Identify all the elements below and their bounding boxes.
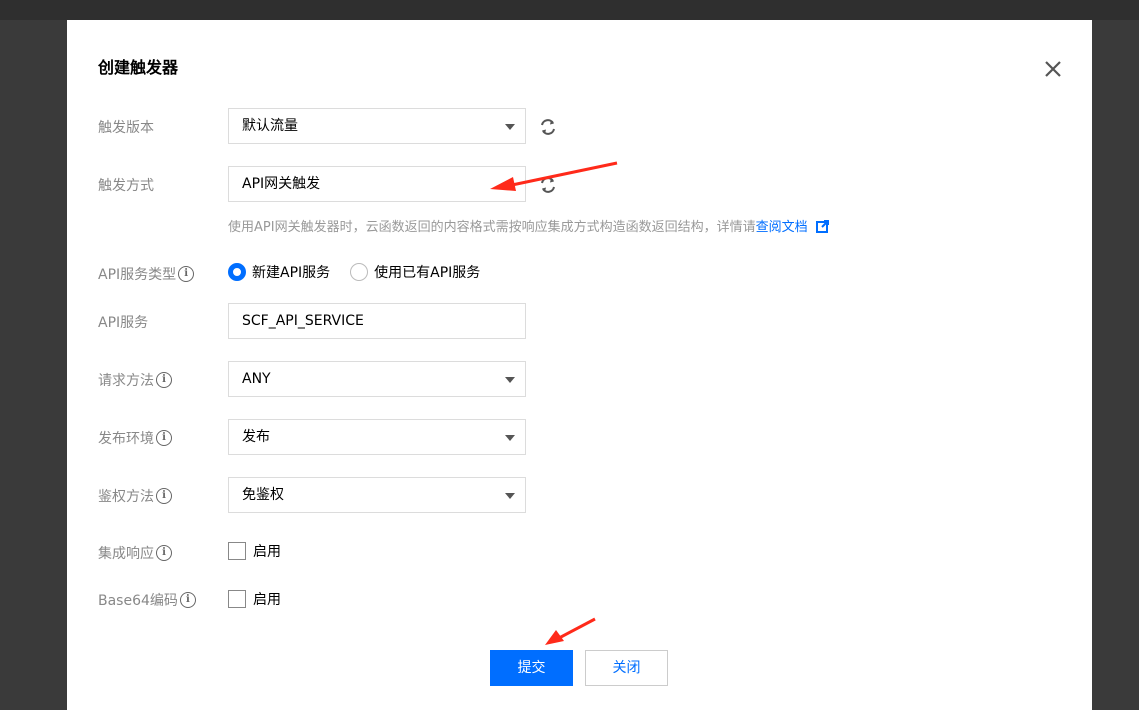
annotation-arrow-icon [490,161,618,191]
info-icon[interactable]: i [178,266,195,282]
radio-new-api-service-label: 新建API服务 [252,265,331,281]
docs-link[interactable]: 查阅文档 [756,220,808,235]
trigger-hint: 使用API网关触发器时，云函数返回的内容格式需按响应集成方式构造函数返回结构，详… [228,216,829,235]
info-icon[interactable]: i [156,430,172,446]
submit-button[interactable]: 提交 [490,650,573,686]
integration-response-label: 集成响应 i [98,543,172,563]
trigger-method-select[interactable]: API网关触发 [228,166,526,202]
publish-env-value: 发布 [242,429,270,445]
publish-env-text: 发布环境 [98,431,154,447]
request-method-label: 请求方法 i [98,370,172,390]
trigger-version-select[interactable]: 默认流量 [228,108,526,144]
chevron-down-icon [505,435,515,441]
base64-checkbox[interactable] [228,590,246,608]
trigger-version-value: 默认流量 [242,118,298,134]
chevron-down-icon [505,493,515,499]
base64-checkbox-row[interactable]: 启用 [228,589,281,609]
info-icon[interactable]: i [156,545,172,561]
request-method-value: ANY [242,371,271,387]
integration-response-checkbox-label: 启用 [253,544,281,560]
auth-method-label: 鉴权方法 i [98,486,172,506]
info-icon[interactable]: i [179,592,196,608]
api-service-type-text: API服务类型 [98,267,177,283]
annotation-arrow-icon [545,617,596,645]
api-service-type-label: API服务类型 i [98,264,195,284]
request-method-select[interactable]: ANY [228,361,526,397]
dialog-title: 创建触发器 [98,58,179,77]
api-service-input[interactable]: SCF_API_SERVICE [228,303,526,339]
chevron-down-icon [505,377,515,383]
publish-env-label: 发布环境 i [98,428,172,448]
base64-checkbox-label: 启用 [253,592,281,608]
refresh-icon[interactable] [538,117,558,137]
close-button[interactable]: 关闭 [585,650,668,686]
info-icon[interactable]: i [156,372,172,388]
base64-label: Base64编码 i [98,590,196,610]
api-service-label: API服务 [98,315,149,331]
trigger-method-label: 触发方式 [98,178,154,194]
chevron-down-icon [505,124,515,130]
integration-response-checkbox-row[interactable]: 启用 [228,541,281,561]
auth-method-value: 免鉴权 [242,487,284,503]
request-method-text: 请求方法 [98,373,154,389]
radio-checked-icon [228,263,246,281]
trigger-hint-text: 使用API网关触发器时，云函数返回的内容格式需按响应集成方式构造函数返回结构，详… [228,220,756,235]
radio-existing-api-service-label: 使用已有API服务 [374,265,481,281]
backdrop [0,0,1139,20]
api-service-value: SCF_API_SERVICE [242,313,364,329]
radio-existing-api-service[interactable]: 使用已有API服务 [350,262,480,282]
trigger-version-label: 触发版本 [98,120,154,136]
auth-method-select[interactable]: 免鉴权 [228,477,526,513]
integration-response-checkbox[interactable] [228,542,246,560]
radio-new-api-service[interactable]: 新建API服务 [228,262,330,282]
auth-method-text: 鉴权方法 [98,489,154,505]
integration-response-text: 集成响应 [98,546,154,562]
publish-env-select[interactable]: 发布 [228,419,526,455]
base64-text: Base64编码 [98,593,178,609]
trigger-method-value: API网关触发 [242,176,321,192]
info-icon[interactable]: i [156,488,172,504]
api-service-type-radio-group: 新建API服务 使用已有API服务 [228,262,500,282]
radio-unchecked-icon [350,263,369,281]
close-icon[interactable] [1042,58,1064,80]
create-trigger-dialog: 创建触发器 触发版本 默认流量 触发方式 API网关触发 使用API网关触发器时… [67,20,1092,710]
external-link-icon[interactable] [815,220,829,233]
